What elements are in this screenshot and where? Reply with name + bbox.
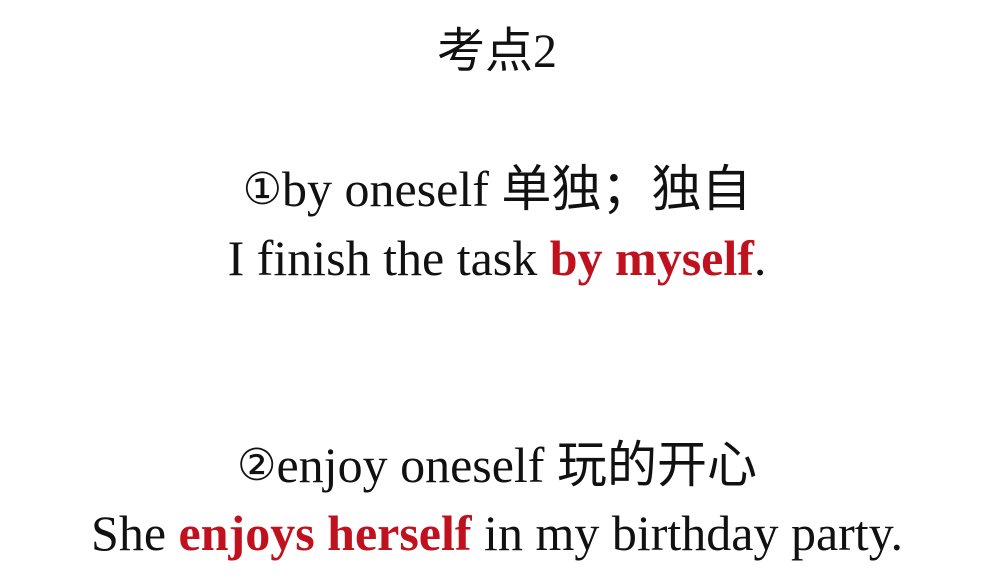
point-1-heading: ①by oneself 单独；独自 bbox=[0, 164, 994, 214]
point-1-number: ① bbox=[242, 164, 283, 215]
point-2-example-highlight: enjoys herself bbox=[178, 505, 472, 561]
point-2-example-before: She bbox=[91, 505, 179, 561]
point-2-phrase: enjoy oneself bbox=[276, 437, 545, 493]
point-2-number: ② bbox=[237, 440, 277, 491]
point-1-example-before: I finish the task bbox=[227, 230, 550, 286]
point-2-example-after: in my birthday party. bbox=[471, 505, 903, 561]
point-2-heading: ②enjoy oneself 玩的开心 bbox=[0, 440, 994, 490]
point-1-example: I finish the task by myself. bbox=[0, 233, 994, 283]
point-1-example-after: . bbox=[753, 230, 767, 286]
point-2-meaning: 玩的开心 bbox=[556, 437, 757, 493]
point-1-example-highlight: by myself bbox=[549, 230, 754, 286]
point-2-example: She enjoys herself in my birthday party. bbox=[0, 508, 994, 558]
slide-title: 考点2 bbox=[436, 25, 557, 78]
point-1-phrase: by oneself bbox=[282, 161, 489, 217]
point-1-meaning: 单独；独自 bbox=[501, 161, 752, 217]
slide: 考点2 ①by oneself 单独；独自 I finish the task … bbox=[0, 0, 994, 581]
